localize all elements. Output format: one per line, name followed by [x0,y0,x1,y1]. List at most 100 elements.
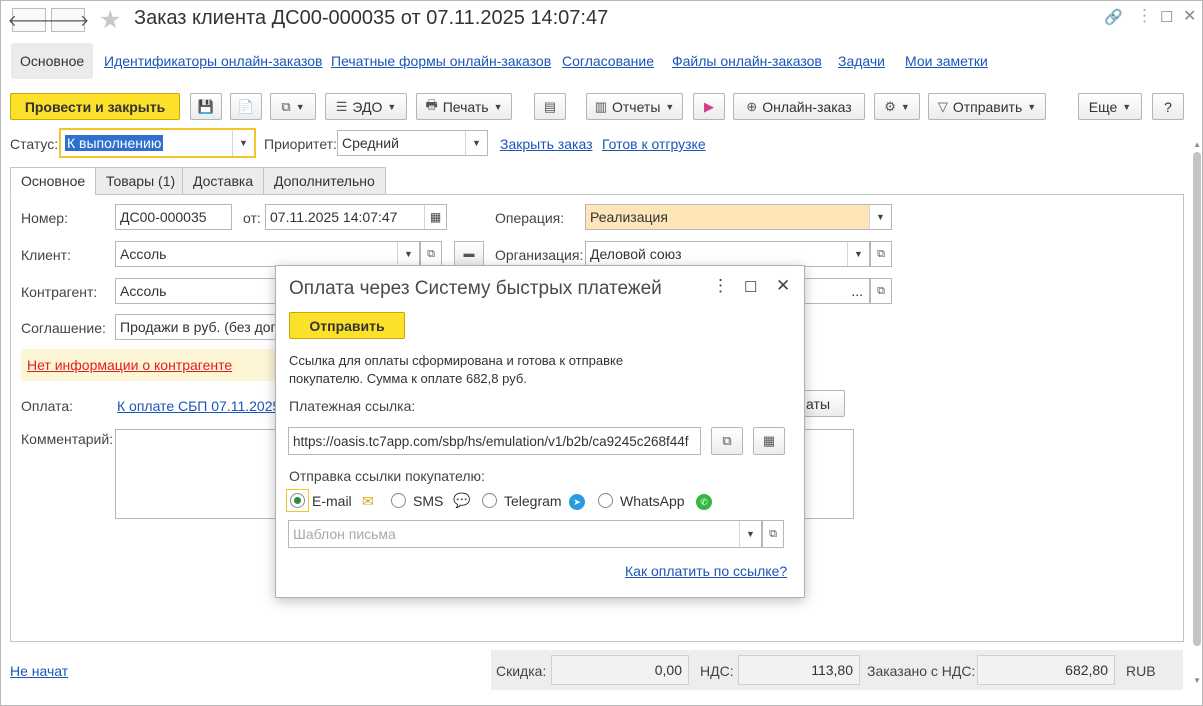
tab-delivery[interactable]: Доставка [182,167,265,195]
reports-label: Отчеты [611,98,661,115]
tab-goods[interactable]: Товары (1) [95,167,187,195]
close-icon[interactable]: ✕ [1183,6,1196,26]
client-open-icon[interactable]: ⧉ [420,241,442,267]
radio-telegram-label[interactable]: Telegram [504,493,562,509]
chevron-down-icon[interactable]: ▼ [869,205,891,229]
template-open-icon[interactable]: ⧉ [762,520,784,548]
organization-open-icon[interactable]: ⧉ [870,241,892,267]
chevron-down-icon[interactable]: ▼ [739,521,761,547]
payment-link-value: https://oasis.tc7app.com/sbp/hs/emulatio… [293,433,689,449]
section-tasks[interactable]: Задачи [838,43,885,79]
radio-whatsapp[interactable] [598,493,613,508]
star-icon[interactable]: ★ [99,5,121,35]
radio-whatsapp-label[interactable]: WhatsApp [620,493,685,509]
ready-ship-link[interactable]: Готов к отгрузке [602,136,706,152]
payment-link-field[interactable]: https://oasis.tc7app.com/sbp/hs/emulatio… [288,427,701,455]
more-button[interactable]: Еще ▼ [1078,93,1142,120]
status-field[interactable]: К выполнению ▼ [59,128,256,158]
email-template-field[interactable]: Шаблон письма ▼ [288,520,762,548]
save-button[interactable]: 💾 [190,93,222,120]
date-field[interactable]: 07.11.2025 14:07:47 ▦ [265,204,447,230]
kebab-menu-icon[interactable]: ⋮ [712,276,729,296]
structure-button[interactable]: ▤ [534,93,566,120]
contractor-field[interactable]: Ассоль [115,278,285,304]
scroll-down-icon[interactable]: ▼ [1193,676,1201,685]
client-card-icon[interactable]: ▬ [454,241,484,267]
back-button[interactable]: 🡐 [8,8,50,32]
organization-field[interactable]: Деловой союз ▼ [585,241,870,267]
chevron-down-icon: ▼ [1027,101,1037,112]
select-ellipsis-icon[interactable]: ... [851,283,863,299]
close-order-link[interactable]: Закрыть заказ [500,136,593,152]
radio-email[interactable] [290,493,305,508]
number-field[interactable]: ДС00-000035 [115,204,232,230]
radio-email-label[interactable]: E-mail [312,493,352,509]
create-based-button[interactable]: ⧉ ▼ [270,93,316,120]
send-label: Отправить [952,98,1023,115]
more-label: Еще [1088,98,1118,115]
total-label: Заказано с НДС: [867,663,976,679]
date-label: от: [243,210,261,226]
how-to-pay-link[interactable]: Как оплатить по ссылке? [625,563,787,579]
client-label: Клиент: [21,247,71,263]
print-button[interactable]: 🖶 Печать ▼ [416,93,512,120]
no-info-link[interactable]: Нет информации о контрагенте [27,357,232,373]
contractor-value: Ассоль [120,283,167,299]
forward-button[interactable]: 🡒 [47,8,89,32]
contract-open-icon[interactable]: ⧉ [870,278,892,304]
dialog-send-button[interactable]: Отправить [289,312,405,339]
client-field[interactable]: Ассоль ▼ [115,241,420,267]
operation-field[interactable]: Реализация ▼ [585,204,892,230]
kebab-menu-icon[interactable]: ⋮ [1136,6,1153,26]
help-button[interactable]: ? [1152,93,1184,120]
online-order-button[interactable]: ⊕ Онлайн-заказ [733,93,865,120]
edo-button[interactable]: ☰ ЭДО ▼ [325,93,407,120]
post-button[interactable]: 📄 [230,93,262,120]
payment-label: Оплата: [21,398,74,414]
chevron-down-icon[interactable]: ▼ [232,130,254,156]
section-files[interactable]: Файлы онлайн-заказов [672,43,822,79]
calendar-icon[interactable]: ▦ [424,205,446,229]
agreement-value: Продажи в руб. (без дог [120,319,276,335]
print-label: Печать [442,98,489,115]
section-approval[interactable]: Согласование [562,43,654,79]
post-and-close-button[interactable]: Провести и закрыть [10,93,180,120]
section-main[interactable]: Основное [11,43,94,79]
settings-button[interactable]: ⚙ ▼ [874,93,920,120]
tab-main[interactable]: Основное [10,167,97,195]
priority-field[interactable]: Средний ▼ [337,130,488,156]
qr-code-button[interactable]: ▦ [753,427,785,455]
send-button[interactable]: ▽ Отправить ▼ [928,93,1046,120]
maximize-icon[interactable]: ☐ [1160,8,1173,26]
agreement-field[interactable]: Продажи в руб. (без дог [115,314,285,340]
agreement-contract-field[interactable]: ... [795,278,870,304]
sbp-logo-icon: ▶ [704,98,714,114]
sbp-button[interactable]: ▶ [693,93,725,120]
section-print-forms[interactable]: Печатные формы онлайн-заказов [331,43,551,79]
reports-button[interactable]: ▥ Отчеты ▼ [586,93,683,120]
maximize-icon[interactable]: ☐ [744,278,757,296]
footer-status-link[interactable]: Не начат [10,663,68,679]
radio-sms-label[interactable]: SMS [413,493,443,509]
vertical-scrollbar[interactable] [1193,152,1201,646]
post-document-icon: 📄 [237,98,255,114]
chevron-down-icon[interactable]: ▼ [847,242,869,266]
chevron-down-icon[interactable]: ▼ [397,242,419,266]
section-notes[interactable]: Мои заметки [905,43,988,79]
tab-additional[interactable]: Дополнительно [263,167,386,195]
scroll-up-icon[interactable]: ▲ [1193,140,1201,149]
payment-link[interactable]: К оплате СБП 07.11.2025 [117,398,280,414]
send-link-label: Отправка ссылки покупателю: [289,468,485,484]
section-online-ids[interactable]: Идентификаторы онлайн-заказов [104,43,322,79]
radio-sms[interactable] [391,493,406,508]
number-value: ДС00-000035 [120,209,207,225]
radio-telegram[interactable] [482,493,497,508]
copy-link-button[interactable]: ⧉ [711,427,743,455]
page-title: Заказ клиента ДС00-000035 от 07.11.2025 … [134,7,609,29]
chevron-down-icon[interactable]: ▼ [465,131,487,155]
send-icon: ▽ [937,98,948,114]
chevron-down-icon: ▼ [387,101,397,112]
close-icon[interactable]: ✕ [776,276,790,296]
chevron-down-icon: ▼ [1122,101,1132,112]
link-icon[interactable]: 🔗 [1104,8,1123,26]
